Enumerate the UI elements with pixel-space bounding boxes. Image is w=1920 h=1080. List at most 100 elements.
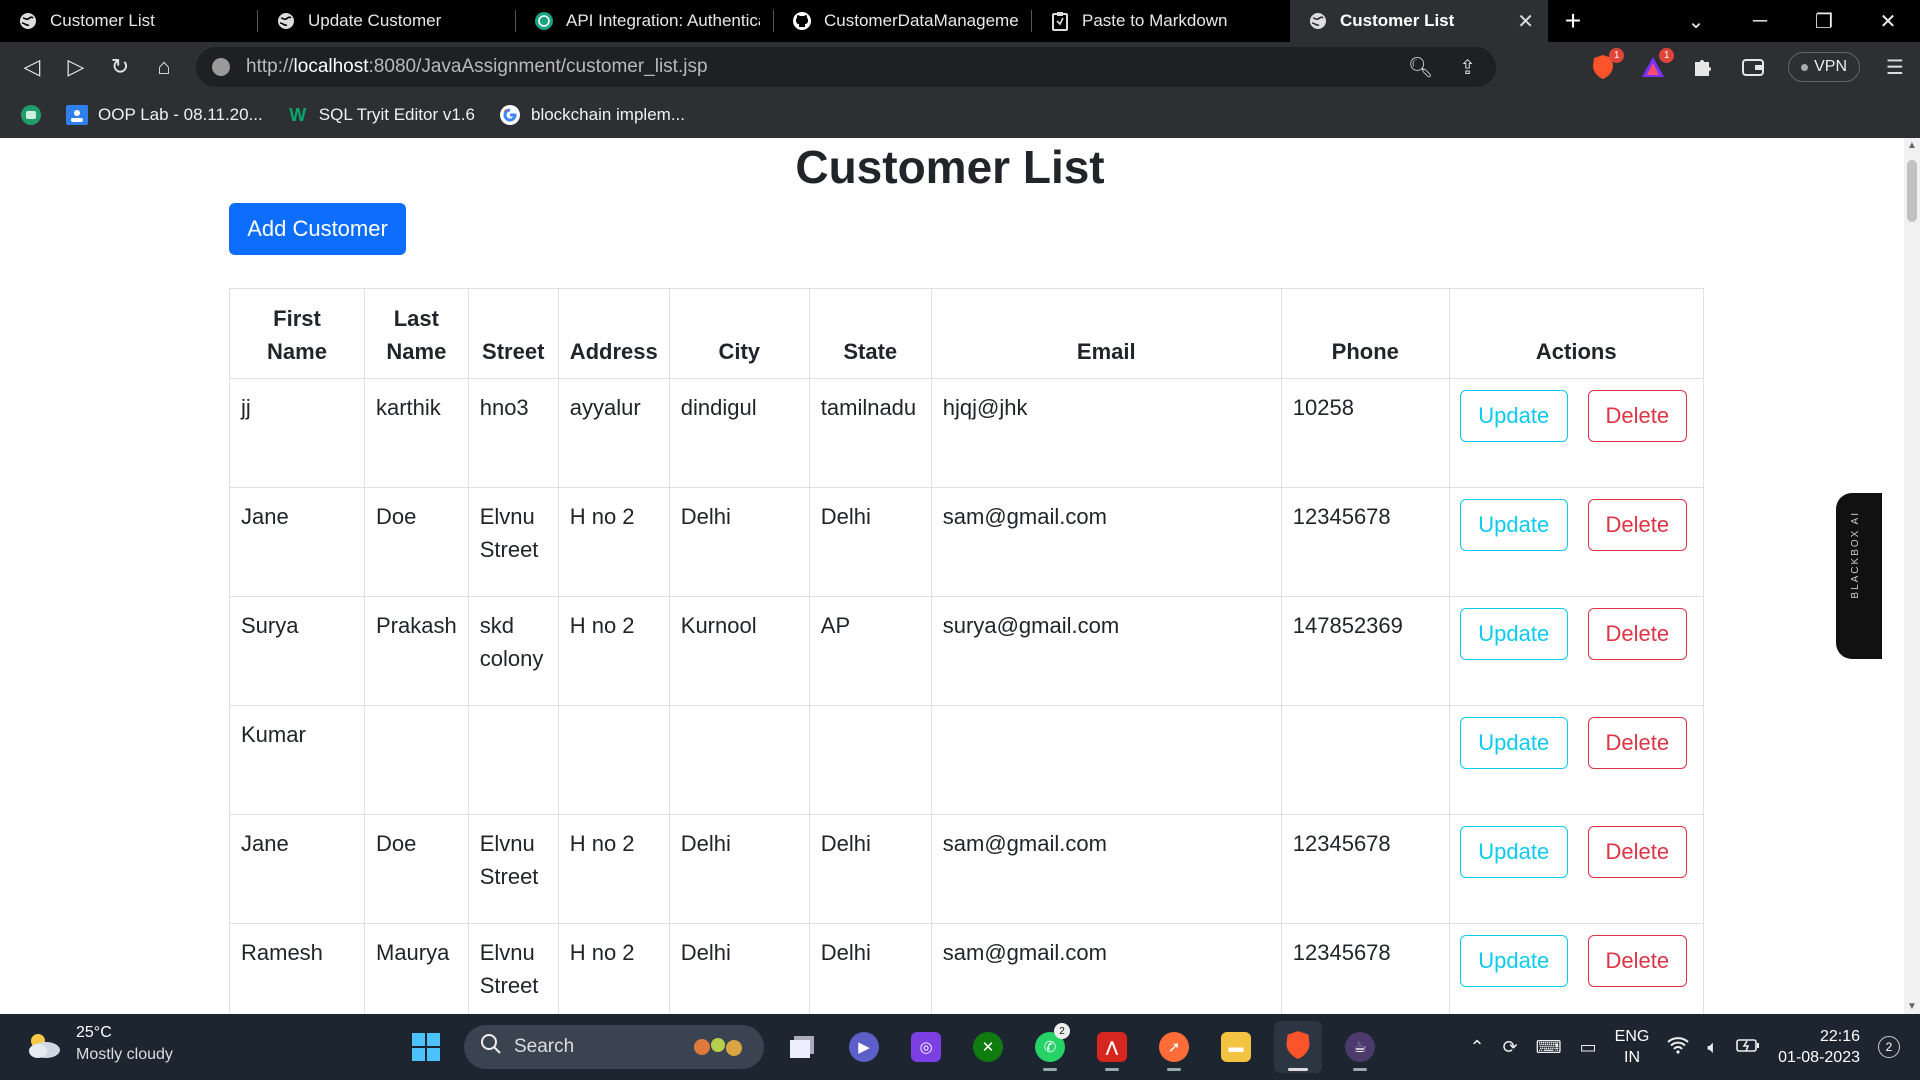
taskbar-meet-app[interactable]: ▶ [840,1021,888,1073]
close-window-icon[interactable]: ✕ [1856,0,1920,42]
cell-email: sam@gmail.com [930,487,1282,597]
page-scrollbar[interactable]: ▲ ▼ [1904,138,1920,1014]
bookmarks-bar: OOP Lab - 08.11.20... W SQL Tryit Editor… [0,92,1920,138]
taskbar-file-explorer[interactable]: ▬ [1212,1021,1260,1073]
bookmark-sql-tryit[interactable]: W SQL Tryit Editor v1.6 [287,104,475,126]
cell-street: Elvnu Street [467,814,559,924]
scroll-up-icon[interactable]: ▲ [1904,140,1920,151]
scrollbar-thumb[interactable] [1907,160,1917,222]
cell-phone: 12345678 [1280,923,1450,1014]
show-hidden-icons-chevron[interactable]: ⌃ [1469,1037,1484,1058]
scroll-down-icon[interactable]: ▼ [1904,1001,1920,1012]
address-bar[interactable]: http://localhost:8080/JavaAssignment/cus… [196,47,1496,87]
table-header-row: First Name Last Name Street Address City… [229,288,1704,379]
notification-center-badge[interactable]: 2 [1878,1036,1900,1058]
teams-meet-icon: ▶ [849,1032,879,1062]
cell-first-name: Surya [229,596,365,706]
delete-button[interactable]: Delete [1587,390,1687,442]
update-button[interactable]: Update [1459,935,1568,987]
delete-button[interactable]: Delete [1587,608,1687,660]
zoom-icon[interactable]: 🔍︎ [1408,55,1433,80]
cell-first-name: Jane [229,814,365,924]
cell-last-name: Maurya [364,923,469,1014]
bookmark-oop-lab[interactable]: OOP Lab - 08.11.20... [66,104,263,126]
cell-last-name: Doe [364,487,469,597]
reload-icon[interactable]: ↻ [98,45,142,89]
site-info-icon[interactable] [212,58,230,76]
delete-button[interactable]: Delete [1587,826,1687,878]
blackbox-ai-widget[interactable]: BLACKBOX AI [1836,493,1882,659]
classroom-icon [66,104,88,126]
vpn-button[interactable]: VPN [1788,52,1860,82]
taskbar-brave-browser[interactable] [1274,1021,1322,1073]
sync-icon[interactable]: ⟳ [1503,1037,1518,1058]
add-customer-button[interactable]: Add Customer [229,203,406,255]
task-view-button[interactable] [778,1021,826,1073]
vpn-status-dot [1801,63,1809,71]
tab-search-chevron-icon[interactable]: ⌄ [1664,0,1728,42]
tab-update-customer[interactable]: Update Customer [258,0,516,42]
tab-customer-list-active[interactable]: Customer List ✕ [1290,0,1548,42]
start-button[interactable] [402,1021,450,1073]
customer-table: First Name Last Name Street Address City… [229,288,1704,1014]
home-icon[interactable]: ⌂ [142,45,186,89]
cell-actions: Update Delete [1448,814,1704,924]
new-tab-button[interactable]: + [1548,0,1598,42]
keyboard-icon[interactable]: ⌨ [1536,1037,1562,1058]
minimize-icon[interactable]: ─ [1728,0,1792,42]
wallet-icon[interactable] [1738,52,1768,82]
windows-logo-icon [412,1033,440,1061]
column-header-email: Email [930,288,1282,379]
input-language[interactable]: ENG IN [1615,1026,1650,1068]
battery-charging-icon[interactable] [1736,1037,1760,1058]
update-button[interactable]: Update [1459,608,1568,660]
purple-app-icon: ◎ [911,1032,941,1062]
github-icon [792,11,812,31]
update-button[interactable]: Update [1459,717,1568,769]
tab-customer-data-management[interactable]: CustomerDataManagement [774,0,1032,42]
bookmark-extension[interactable] [20,104,42,126]
weather-temperature: 25°C [76,1024,112,1041]
volume-icon[interactable]: 🔈︎ [1707,1037,1718,1058]
menu-hamburger-icon[interactable]: ☰ [1880,52,1910,82]
tab-api-integration[interactable]: API Integration: Authenticat [516,0,774,42]
taskbar-search-input[interactable]: Search [464,1025,764,1069]
taskbar-xbox-app[interactable]: ✕ [964,1021,1012,1073]
cell-address: ayyalur [557,378,670,488]
clock[interactable]: 22:16 01-08-2023 [1778,1026,1860,1068]
close-tab-icon[interactable]: ✕ [1517,9,1534,34]
update-button[interactable]: Update [1459,390,1568,442]
browser-tab-bar: Customer List Update Customer API Integr… [0,0,1920,42]
taskbar-eclipse-ide[interactable]: ☕ [1336,1021,1384,1073]
delete-button[interactable]: Delete [1587,935,1687,987]
delete-button[interactable]: Delete [1587,717,1687,769]
taskbar-postman-app[interactable]: ➚ [1150,1021,1198,1073]
taskbar-whatsapp-app[interactable]: ✆ 2 [1026,1021,1074,1073]
display-icon[interactable]: ▭ [1580,1037,1597,1058]
update-button[interactable]: Update [1459,826,1568,878]
google-icon [499,104,521,126]
cell-email: sam@gmail.com [930,814,1282,924]
forward-icon[interactable]: ▷ [54,45,98,89]
back-icon[interactable]: ◁ [10,45,54,89]
extensions-puzzle-icon[interactable] [1688,52,1718,82]
tab-paste-to-markdown[interactable]: Paste to Markdown [1032,0,1290,42]
cell-phone: 12345678 [1280,487,1450,597]
brave-rewards-icon[interactable]: 1 [1638,48,1675,82]
taskbar-acrobat-app[interactable]: ⋀ [1088,1021,1136,1073]
weather-widget[interactable]: 25°C Mostly cloudy [24,1022,173,1066]
delete-button[interactable]: Delete [1587,499,1687,551]
wifi-icon[interactable] [1667,1036,1690,1059]
brave-shields-icon[interactable]: 1 [1588,48,1625,82]
cell-actions: Update Delete [1448,923,1704,1014]
brave-rewards-badge: 1 [1659,48,1675,63]
share-icon[interactable]: ⇪ [1459,55,1476,80]
taskbar-app-purple[interactable]: ◎ [902,1021,950,1073]
cell-actions: Update Delete [1448,596,1704,706]
tab-customer-list-1[interactable]: Customer List [0,0,258,42]
update-button[interactable]: Update [1459,499,1568,551]
bookmark-blockchain[interactable]: blockchain implem... [499,104,685,126]
column-header-actions: Actions [1448,288,1704,379]
tab-label: Customer List [1340,11,1455,30]
restore-icon[interactable]: ❐ [1792,0,1856,42]
